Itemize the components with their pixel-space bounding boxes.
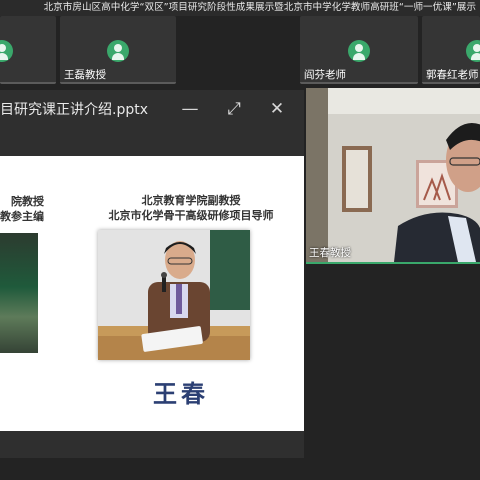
minimize-icon[interactable]: — xyxy=(177,96,203,122)
meeting-title-bar: 北京市房山区高中化学“双区”项目研究阶段性成果展示暨北京市中学化学教师高研班“一… xyxy=(0,0,480,16)
participant-tile[interactable]: 郭春红老师 xyxy=(422,16,480,84)
participant-strip: 王磊教授 阎芬老师 郭春红老师 xyxy=(0,16,480,86)
slide-left-photo xyxy=(0,233,38,353)
presentation-titlebar: 目研究课正讲介绍.pptx — ⤢ ✕ xyxy=(0,90,304,128)
avatar-icon xyxy=(348,40,370,62)
participant-name: 阎芬老师 xyxy=(304,69,346,81)
participant-tile[interactable]: 王磊教授 xyxy=(60,16,176,84)
close-icon[interactable]: ✕ xyxy=(264,96,290,122)
avatar-icon xyxy=(0,40,13,62)
active-speaker-indicator xyxy=(306,262,480,264)
speaker-video-feed xyxy=(306,88,480,262)
speaker-photo xyxy=(98,230,250,360)
presentation-slide: 院教授 教参主编 北京教育学院副教授 北京市化学骨干高级研修项目导师 王春 xyxy=(0,156,304,431)
avatar-icon xyxy=(466,40,480,62)
speaker-name: 王春教授 xyxy=(309,247,351,259)
presentation-filename: 目研究课正讲介绍.pptx xyxy=(0,102,148,118)
presentation-window: 目研究课正讲介绍.pptx — ⤢ ✕ 院教授 教参主编 北京教育学院副教授 北… xyxy=(0,90,304,458)
speaker-photo-illustration xyxy=(98,230,250,360)
slide-speaker-name: 王春 xyxy=(153,379,209,408)
speaker-video[interactable]: 王春教授 xyxy=(306,88,480,262)
fullscreen-icon[interactable]: ⤢ xyxy=(221,96,247,122)
avatar-icon xyxy=(107,40,129,62)
participant-tile[interactable] xyxy=(0,16,56,84)
meeting-title: 北京市房山区高中化学“双区”项目研究阶段性成果展示暨北京市中学化学教师高研班“一… xyxy=(43,2,476,13)
slide-right-caption: 北京教育学院副教授 北京市化学骨干高级研修项目导师 xyxy=(108,194,274,222)
participant-tile[interactable]: 阎芬老师 xyxy=(300,16,418,84)
slide-left-caption: 院教授 教参主编 xyxy=(0,195,44,223)
participant-name: 郭春红老师 xyxy=(426,69,479,81)
participant-name: 王磊教授 xyxy=(64,69,106,81)
